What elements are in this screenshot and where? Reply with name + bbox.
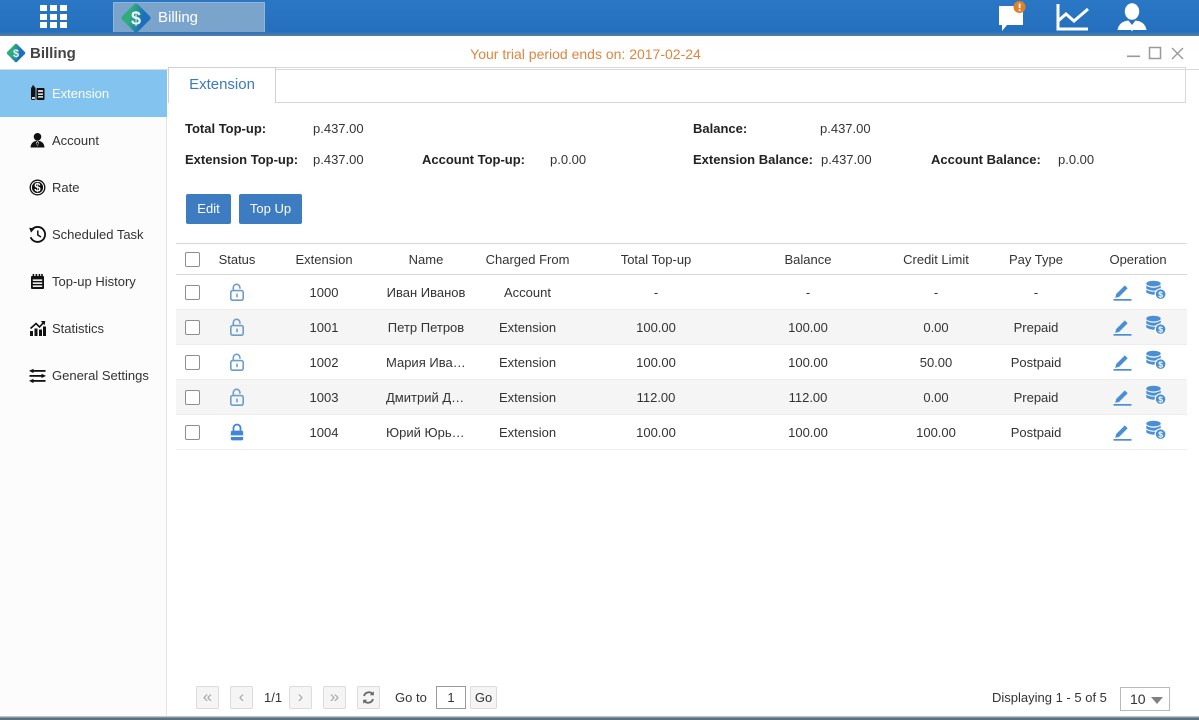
svg-text:$: $ [1158, 325, 1163, 335]
svg-text:$: $ [1158, 395, 1163, 405]
svg-text:$: $ [34, 183, 41, 195]
svg-text:$: $ [131, 9, 141, 29]
svg-text:$: $ [1158, 360, 1163, 370]
svg-text:$: $ [1158, 290, 1163, 300]
svg-text:$: $ [1158, 430, 1163, 440]
